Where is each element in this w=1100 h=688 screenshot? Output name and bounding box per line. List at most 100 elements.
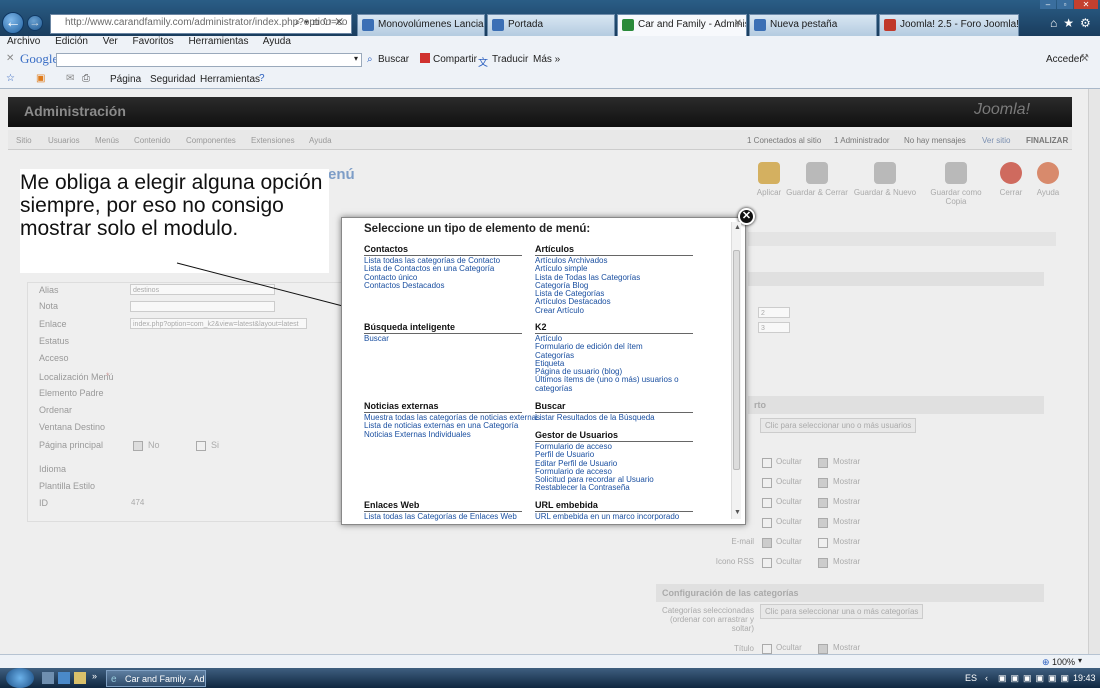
home-no-radio[interactable] [133,441,143,451]
menu-type-link[interactable]: URL embebida en un marco incorporado [535,512,679,521]
scroll-down-icon[interactable]: ▼ [734,509,741,516]
mostrar-radio[interactable] [818,518,828,528]
close-toolbar-icon[interactable]: ✕ [6,53,14,64]
menu-edicion[interactable]: Edición [55,36,88,47]
menu-archivo[interactable]: Archivo [7,36,40,47]
mostrar-radio[interactable] [818,498,828,508]
forward-button[interactable]: → [27,15,43,31]
seguridad-menu[interactable]: Seguridad [150,74,196,85]
submenu-extensiones[interactable]: Extensiones [251,136,295,145]
clock[interactable]: 19:43 [1073,673,1096,683]
email-radio-2[interactable] [818,538,828,548]
modal-scroll-thumb[interactable] [733,250,740,470]
submenu-menus[interactable]: Menús [95,136,119,145]
tab-1[interactable]: Portada [487,14,615,36]
minimize-button[interactable]: – [1040,0,1056,9]
help-icon[interactable]: ? [259,73,265,84]
start-button[interactable] [6,668,34,688]
logout-link[interactable]: FINALIZAR [1026,136,1068,145]
mostrar-radio[interactable] [818,458,828,468]
tray-expand-icon[interactable]: ‹ [985,673,988,683]
tab-2-active[interactable]: Car and Family - Administ... ✕ [617,14,747,36]
group-heading: K2 [535,322,693,334]
ocultar-radio[interactable] [762,498,772,508]
wrench-icon[interactable]: ⚒ [1080,53,1089,64]
chevron-down-icon[interactable]: ▾ [354,54,358,63]
compartir-button[interactable]: Compartir [433,54,477,65]
mas-button[interactable]: Más » [533,54,560,65]
pagina-menu[interactable]: Página [110,74,141,85]
ocultar-radio[interactable] [762,478,772,488]
tab-0[interactable]: Monovolúmenes Lancia. Coch... [357,14,485,36]
modal-scrollbar[interactable]: ▲ ▼ [731,222,741,519]
page-title-fragment: enú [328,166,355,183]
tab-4[interactable]: Joomla! 2.5 - Foro Joomla! - Se... [879,14,1019,36]
feeds-icon[interactable]: ▣ [36,73,45,84]
rss-radio-2[interactable] [818,558,828,568]
submenu-sitio[interactable]: Sitio [16,136,32,145]
language-indicator[interactable]: ES [965,673,977,683]
taskbar-window-button[interactable]: e Car and Family - Ad... [106,670,206,687]
menu-type-link[interactable]: Lista todas las Categorías de Enlaces We… [364,512,517,521]
titulo-radio-2[interactable] [818,644,828,654]
google-search-input[interactable] [56,53,362,67]
herramientas-menu[interactable]: Herramientas [200,74,260,85]
favorites-icon[interactable]: ☆ [6,73,15,84]
menu-type-link[interactable]: Crear Artículo [535,306,640,315]
menu-type-link[interactable]: Contactos Destacados [364,281,500,290]
quicklaunch-folder-icon[interactable] [74,672,86,684]
toolbar-label: Guardar como Copia [930,188,982,206]
tray-icons[interactable]: ▣▣▣▣▣▣ [998,673,1073,684]
zoom-level[interactable]: 100% [1052,657,1075,667]
traducir-button[interactable]: Traducir [492,54,528,65]
submenu-contenido[interactable]: Contenido [134,136,170,145]
menu-type-link[interactable]: Buscar [364,334,389,343]
rss-radio-1[interactable] [762,558,772,568]
menu-herramientas[interactable]: Herramientas [188,36,248,47]
chevron-down-icon[interactable]: ▾ [1078,656,1082,665]
ocultar-radio[interactable] [762,458,772,468]
value-3-input[interactable]: 3 [758,322,790,333]
close-window-button[interactable]: ✕ [1074,0,1098,9]
mostrar-radio[interactable] [818,478,828,488]
print-icon[interactable]: ⎙ [82,73,90,84]
ver-sitio-link[interactable]: Ver sitio [982,136,1010,145]
submenu-usuarios[interactable]: Usuarios [48,136,80,145]
value-2-input[interactable]: 2 [758,307,790,318]
menu-ver[interactable]: Ver [103,36,118,47]
home-si-radio[interactable] [196,441,206,451]
select-categories-button[interactable]: Clic para seleccionar una o más categorí… [760,604,924,619]
menu-type-link[interactable]: categorías [535,384,679,393]
mostrar-label: Mostrar [833,517,861,526]
tab-close-icon[interactable]: ✕ [734,18,742,29]
menu-type-link[interactable]: Listar Resultados de la Búsqueda [535,413,655,422]
home-star-gear-icons[interactable]: ⌂★⚙ [1050,16,1097,30]
mail-icon[interactable]: ✉ [66,73,74,84]
back-button[interactable]: ← [2,12,24,34]
submenu-componentes[interactable]: Componentes [186,136,236,145]
tab-3[interactable]: Nueva pestaña [749,14,877,36]
scroll-up-icon[interactable]: ▲ [734,224,741,231]
buscar-button[interactable]: Buscar [378,54,409,65]
quicklaunch-more-icon[interactable]: » [92,671,97,681]
show-desktop-icon[interactable] [42,672,54,684]
acceder-link[interactable]: Acceder [1046,54,1083,65]
menu-type-link[interactable]: Noticias Externas Individuales [364,430,540,439]
titulo-radio-1[interactable] [762,644,772,654]
guardar-nuevo-button[interactable]: Guardar & Nuevo [852,162,918,197]
menu-type-link[interactable]: Restablecer la Contraseña [535,484,654,493]
quicklaunch-ie-icon[interactable] [58,672,70,684]
email-radio-1[interactable] [762,538,772,548]
page-scrollbar[interactable] [1088,89,1100,654]
address-bar[interactable]: http://www.carandfamily.com/administrato… [50,14,352,34]
submenu-ayuda[interactable]: Ayuda [309,136,332,145]
ocultar-radio[interactable] [762,518,772,528]
categories-panel-title: Configuración de las categorías [662,588,799,598]
address-actions-icons[interactable]: ⌕▾⊡↻✕ [295,17,347,28]
guardar-cerrar-button[interactable]: Guardar & Cerrar [784,162,850,197]
menu-favoritos[interactable]: Favoritos [133,36,174,47]
ayuda-button[interactable]: Ayuda [1015,162,1081,197]
menu-ayuda[interactable]: Ayuda [263,36,291,47]
select-users-button[interactable]: Clic para seleccionar uno o más usuarios [760,418,917,433]
maximize-button[interactable]: ▫ [1057,0,1073,9]
